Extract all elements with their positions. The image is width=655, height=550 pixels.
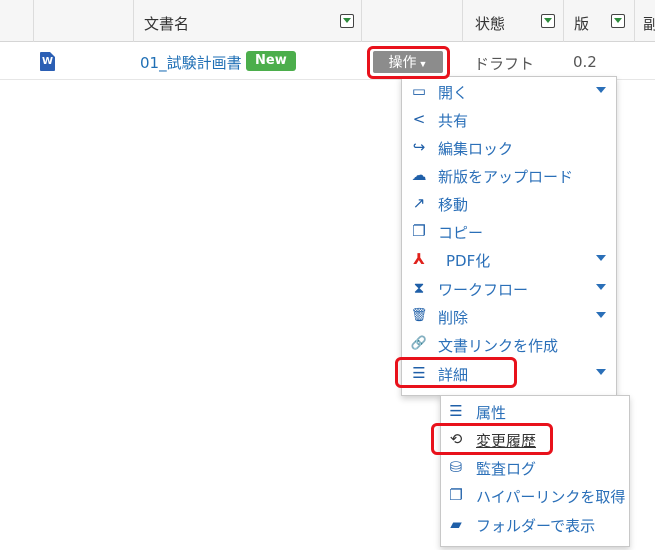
header-docname-label: 文書名 xyxy=(144,15,190,33)
new-badge: New xyxy=(246,51,296,71)
menu-item-label: 詳細 xyxy=(438,366,469,384)
table-row: W 01_試験計画書 New 操作 ▼ ドラフト 0.2 xyxy=(0,42,655,80)
caret-down-icon[interactable] xyxy=(596,255,606,261)
filter-icon[interactable] xyxy=(541,14,555,28)
pdf-icon: ⅄ xyxy=(413,250,425,268)
menu-item-upload-new-version[interactable]: ☁ 新版をアップロード xyxy=(402,162,616,188)
caret-down-icon[interactable] xyxy=(596,284,606,290)
header-col-version[interactable]: 版 xyxy=(563,0,634,42)
menu-item-delete[interactable]: 🗑 削除 xyxy=(402,303,616,329)
menu-item-create-link[interactable]: 🔗 文書リンクを作成 xyxy=(402,331,616,357)
menu-item-edit-lock[interactable]: ↪ 編集ロック xyxy=(402,134,616,160)
operations-button[interactable]: 操作 ▼ xyxy=(373,51,443,73)
operations-label: 操作 xyxy=(388,54,417,70)
menu-item-label: 共有 xyxy=(438,112,469,130)
menu-item-label: 文書リンクを作成 xyxy=(438,337,559,355)
menu-item-label: 削除 xyxy=(438,309,469,327)
chevron-down-icon: ▼ xyxy=(418,59,428,69)
header-extra-label: 副 xyxy=(643,15,655,33)
status-value: ドラフト xyxy=(474,55,535,73)
filter-icon[interactable] xyxy=(611,14,625,28)
submenu-item-label: 変更履歴 xyxy=(476,432,537,450)
external-link-icon: ↗ xyxy=(412,194,426,212)
menu-item-label: ワークフロー xyxy=(438,281,529,299)
filter-icon[interactable] xyxy=(340,14,354,28)
submenu-item-label: ハイパーリンクを取得 xyxy=(476,488,626,506)
header-col-icon xyxy=(33,0,133,42)
menu-item-details[interactable]: ☰ 詳細 xyxy=(402,360,616,386)
caret-down-icon[interactable] xyxy=(596,87,606,93)
operations-menu: ▭ 開く < 共有 ↪ 編集ロック ☁ 新版をアップロード ↗ 移動 ❐ コピー… xyxy=(401,76,617,396)
menu-item-label: 新版をアップロード xyxy=(438,168,574,186)
menu-item-label: 開く xyxy=(438,84,469,102)
submenu-item-change-history[interactable]: ⟲ 変更履歴 xyxy=(441,426,629,452)
history-icon: ⟲ xyxy=(449,430,463,448)
menu-item-label: 移動 xyxy=(438,196,469,214)
folder-open-icon: ▰ xyxy=(450,515,462,533)
submenu-item-show-in-folder[interactable]: ▰ フォルダーで表示 xyxy=(441,511,629,537)
submenu-item-attributes[interactable]: ☰ 属性 xyxy=(441,398,629,424)
menu-item-pdf[interactable]: ⅄ PDF化 xyxy=(402,246,616,272)
menu-item-workflow[interactable]: ⧗ ワークフロー xyxy=(402,275,616,301)
cloud-upload-icon: ☁ xyxy=(411,166,427,184)
caret-down-icon[interactable] xyxy=(596,369,606,375)
table-header: 文書名 状態 版 副 xyxy=(0,0,655,42)
trash-icon: 🗑 xyxy=(410,308,428,323)
version-value: 0.2 xyxy=(573,53,597,71)
database-icon: ⛁ xyxy=(449,458,463,476)
header-col-ops xyxy=(361,0,462,42)
submenu-item-label: フォルダーで表示 xyxy=(476,517,596,535)
header-col-docname[interactable]: 文書名 xyxy=(133,0,361,42)
menu-item-label: PDF化 xyxy=(446,252,491,270)
header-col-extra[interactable]: 副 xyxy=(634,0,655,42)
menu-item-open[interactable]: ▭ 開く xyxy=(402,78,616,104)
monitor-icon: ▭ xyxy=(411,82,427,100)
copy-icon: ❐ xyxy=(412,222,426,240)
header-col-status[interactable]: 状態 xyxy=(462,0,563,42)
submenu-item-label: 監査ログ xyxy=(476,460,537,478)
menu-item-move[interactable]: ↗ 移動 xyxy=(402,190,616,216)
list-icon: ☰ xyxy=(449,402,463,420)
list-icon: ☰ xyxy=(412,364,426,382)
submenu-item-label: 属性 xyxy=(476,404,507,422)
link-icon: 🔗 xyxy=(410,336,428,351)
copy-icon: ❐ xyxy=(449,486,463,504)
word-file-icon: W xyxy=(40,52,55,71)
header-status-label: 状態 xyxy=(475,15,506,33)
hourglass-icon: ⧗ xyxy=(413,279,425,297)
submenu-item-get-hyperlink[interactable]: ❐ ハイパーリンクを取得 xyxy=(441,482,629,508)
menu-item-share[interactable]: < 共有 xyxy=(402,106,616,132)
menu-item-label: 編集ロック xyxy=(438,140,514,158)
share-icon: < xyxy=(412,110,426,128)
caret-down-icon[interactable] xyxy=(596,312,606,318)
details-submenu: ☰ 属性 ⟲ 変更履歴 ⛁ 監査ログ ❐ ハイパーリンクを取得 ▰ フォルダーで… xyxy=(440,395,630,547)
menu-item-copy[interactable]: ❐ コピー xyxy=(402,218,616,244)
submenu-item-audit-log[interactable]: ⛁ 監査ログ xyxy=(441,454,629,480)
sign-out-icon: ↪ xyxy=(412,138,426,156)
document-name-link[interactable]: 01_試験計画書 xyxy=(140,52,242,73)
header-version-label: 版 xyxy=(574,15,590,33)
menu-item-label: コピー xyxy=(438,224,484,242)
